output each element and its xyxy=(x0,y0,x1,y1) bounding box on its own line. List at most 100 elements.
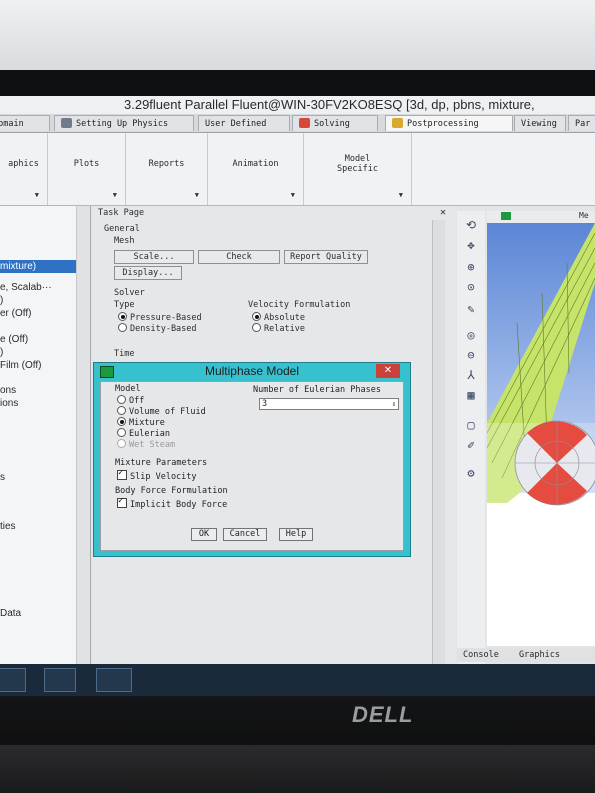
tree-item[interactable]: s xyxy=(0,471,5,484)
tab-viewing[interactable]: Viewing xyxy=(514,115,566,131)
graphics-window[interactable] xyxy=(487,223,595,646)
checkbox-icon xyxy=(117,468,127,480)
pan-icon[interactable]: ✥ xyxy=(463,237,479,253)
ribbon-plots-group[interactable]: Plots ▼ xyxy=(48,133,126,205)
tab-setting-up-physics[interactable]: Setting Up Physics xyxy=(54,115,194,131)
task-page-header: Task Page ✕ xyxy=(94,206,456,220)
display-button[interactable]: Display... xyxy=(114,266,182,280)
edit-icon[interactable]: ✐ xyxy=(463,437,479,453)
image-icon[interactable]: ▦ xyxy=(463,387,479,403)
ribbon-graphics-group[interactable]: aphics ▼ xyxy=(0,133,48,205)
tab-parallel[interactable]: Par xyxy=(568,115,595,131)
monitor-brand-logo: DELL xyxy=(352,702,414,727)
taskbar-app-icon[interactable] xyxy=(44,668,76,692)
checkbox-icon xyxy=(117,496,127,508)
dialog-title: Multiphase Model xyxy=(204,364,300,378)
tree-item[interactable]: e, Scalab··· xyxy=(0,281,52,294)
graphics-title: Me xyxy=(579,211,589,220)
tree-item[interactable]: ) xyxy=(0,294,3,307)
tree-item[interactable]: ions xyxy=(0,397,18,410)
model-option-eulerian[interactable]: Eulerian xyxy=(117,428,170,439)
ok-button[interactable]: OK xyxy=(191,528,217,541)
relative-radio[interactable]: Relative xyxy=(252,323,305,334)
graphics-header: Me xyxy=(487,211,595,223)
tree-item[interactable]: ) xyxy=(0,346,3,359)
option-label: Volume of Fluid xyxy=(129,407,206,417)
view-icon[interactable]: ▢ xyxy=(463,417,479,433)
ribbon-graphics-label: aphics xyxy=(8,159,39,169)
ribbon-animation-group[interactable]: Animation ▼ xyxy=(208,133,304,205)
check-button[interactable]: Check xyxy=(198,250,280,264)
solver-label: Solver xyxy=(114,288,145,298)
rotate-icon[interactable]: ⟲ xyxy=(463,217,479,233)
tab-solving[interactable]: Solving xyxy=(292,115,378,131)
taskbar-app-icon[interactable] xyxy=(96,668,132,692)
tree-scrollbar[interactable] xyxy=(76,206,90,676)
radio-icon xyxy=(117,439,126,448)
radio-icon xyxy=(117,417,126,426)
density-based-label: Density-Based xyxy=(130,324,197,334)
tab-domain[interactable]: Domain xyxy=(0,115,50,131)
model-option-wet-steam[interactable]: Wet Steam xyxy=(117,439,175,450)
slip-velocity-checkbox[interactable]: Slip Velocity xyxy=(117,468,197,482)
num-phases-label: Number of Eulerian Phases xyxy=(253,385,381,395)
spinner-icon[interactable]: ⇕ xyxy=(392,399,396,409)
ribbon-tabs: Domain Setting Up Physics User Defined S… xyxy=(0,114,595,133)
zoom-in-icon[interactable]: ⊕ xyxy=(463,259,479,275)
taskbar xyxy=(0,664,595,696)
radio-icon xyxy=(252,323,261,332)
option-label: Wet Steam xyxy=(129,440,176,450)
radio-icon xyxy=(118,312,127,321)
radio-icon xyxy=(252,312,261,321)
model-option-mixture[interactable]: Mixture xyxy=(117,417,165,428)
tree-item[interactable]: ons xyxy=(0,384,16,397)
zoom-box-icon[interactable]: ⊙ xyxy=(463,279,479,295)
help-button[interactable]: Help xyxy=(279,528,313,541)
ribbon-panel: aphics ▼ Plots ▼ Reports ▼ Animation ▼ M… xyxy=(0,133,595,206)
scale-button[interactable]: Scale... xyxy=(114,250,194,264)
close-icon[interactable]: ✕ xyxy=(376,364,400,378)
task-page-scrollbar[interactable] xyxy=(432,220,445,676)
tab-postprocessing[interactable]: Postprocessing xyxy=(385,115,513,131)
radio-icon xyxy=(117,428,126,437)
more-tools-icon[interactable]: ⚙ xyxy=(463,465,479,481)
ribbon-model-specific-group[interactable]: Model Specific ▼ xyxy=(304,133,412,205)
tab-console[interactable]: Console xyxy=(463,650,499,660)
zoom-out-icon[interactable]: ⊖ xyxy=(463,347,479,363)
ribbon-plots-label: Plots xyxy=(73,159,100,169)
probe-icon[interactable]: ✎ xyxy=(463,301,479,317)
chevron-down-icon: ▼ xyxy=(290,191,295,199)
tree-item[interactable]: e (Off) xyxy=(0,333,28,346)
cancel-button[interactable]: Cancel xyxy=(223,528,267,541)
model-option-vof[interactable]: Volume of Fluid xyxy=(117,406,206,417)
general-heading: General xyxy=(104,224,140,234)
tab-user-defined[interactable]: User Defined xyxy=(198,115,290,131)
report-quality-button[interactable]: Report Quality xyxy=(284,250,368,264)
tree-item[interactable]: ties xyxy=(0,520,16,533)
tab-label: Postprocessing xyxy=(407,119,479,129)
fit-icon[interactable]: ◎ xyxy=(463,327,479,343)
velocity-formulation-label: Velocity Formulation xyxy=(248,300,351,310)
mixture-parameters-label: Mixture Parameters xyxy=(115,458,208,468)
absolute-radio[interactable]: Absolute xyxy=(252,312,305,323)
physics-icon xyxy=(61,118,72,128)
tree-item-multiphase[interactable]: mixture) xyxy=(0,260,76,273)
tab-label: Domain xyxy=(0,119,24,129)
density-based-radio[interactable]: Density-Based xyxy=(118,323,197,334)
pressure-based-radio[interactable]: Pressure-Based xyxy=(118,312,202,323)
time-label: Time xyxy=(114,349,135,359)
taskbar-app-icon[interactable] xyxy=(0,668,26,692)
num-phases-input[interactable]: 3 ⇕ xyxy=(259,398,399,410)
body-force-label: Body Force Formulation xyxy=(115,486,228,496)
tree-item[interactable]: Data xyxy=(0,607,21,620)
model-option-off[interactable]: Off xyxy=(117,395,144,406)
implicit-body-force-checkbox[interactable]: Implicit Body Force xyxy=(117,496,227,510)
tab-graphics[interactable]: Graphics xyxy=(519,650,560,660)
tree-item[interactable]: Film (Off) xyxy=(0,359,41,372)
ribbon-reports-group[interactable]: Reports ▼ xyxy=(126,133,208,205)
tree-item[interactable]: er (Off) xyxy=(0,307,31,320)
axes-icon[interactable]: ⅄ xyxy=(463,367,479,383)
task-page-title: Task Page xyxy=(98,208,145,218)
close-icon[interactable]: ✕ xyxy=(440,206,446,220)
monitor-bezel-top xyxy=(0,70,595,96)
